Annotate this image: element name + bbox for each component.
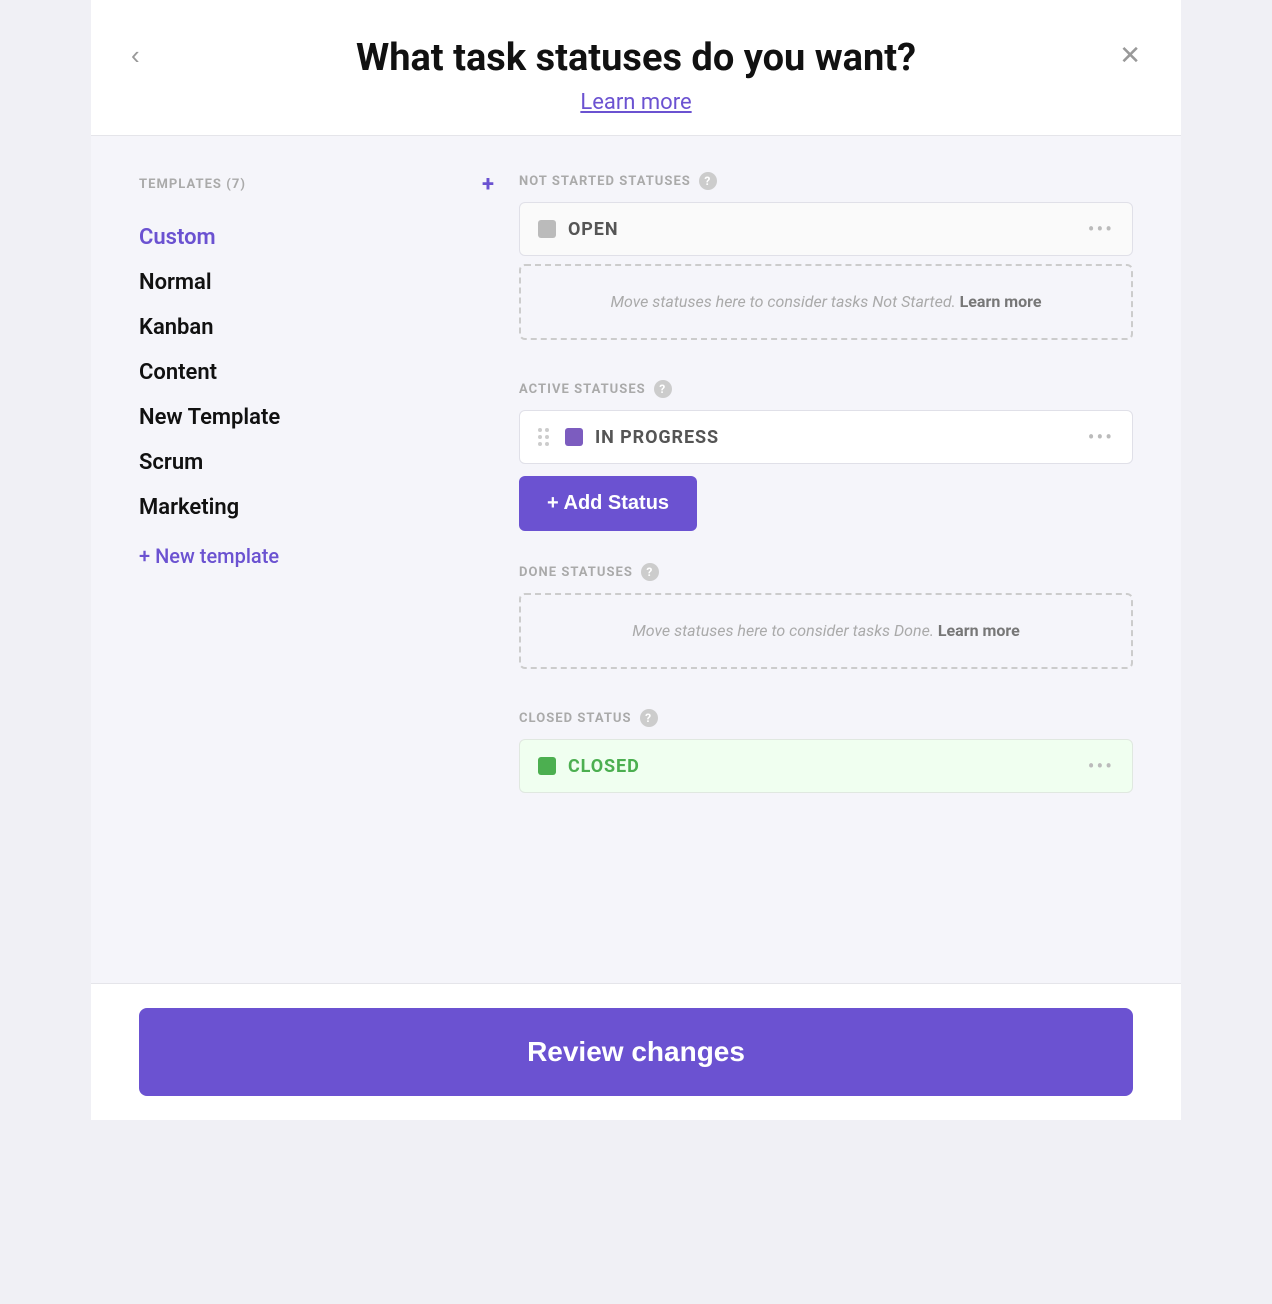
template-item-new-template[interactable]: New Template — [139, 395, 495, 440]
active-section: ACTIVE STATUSES ? IN PROGRESS ••• + Add … — [519, 380, 1133, 531]
new-template-link[interactable]: + New template — [139, 544, 279, 568]
templates-label: TEMPLATES (7) — [139, 177, 246, 192]
not-started-drop-zone: Move statuses here to consider tasks Not… — [519, 264, 1133, 340]
add-template-icon[interactable]: + — [482, 172, 495, 197]
closed-status-dot — [538, 757, 556, 775]
template-item-custom[interactable]: Custom — [139, 215, 495, 260]
closed-section: CLOSED STATUS ? CLOSED ••• — [519, 709, 1133, 801]
modal-footer: Review changes — [91, 983, 1181, 1120]
page-title: What task statuses do you want? — [139, 36, 1133, 80]
add-status-button[interactable]: + Add Status — [519, 476, 697, 531]
in-progress-status-label: IN PROGRESS — [595, 427, 1076, 448]
templates-header: TEMPLATES (7) + — [139, 172, 495, 197]
done-section: DONE STATUSES ? Move statuses here to co… — [519, 563, 1133, 677]
closed-status-menu[interactable]: ••• — [1088, 754, 1114, 778]
drag-handle[interactable] — [538, 428, 549, 446]
review-changes-button[interactable]: Review changes — [139, 1008, 1133, 1096]
template-item-normal[interactable]: Normal — [139, 260, 495, 305]
in-progress-status-row: IN PROGRESS ••• — [519, 410, 1133, 464]
closed-status-row: CLOSED ••• — [519, 739, 1133, 793]
done-drop-zone: Move statuses here to consider tasks Don… — [519, 593, 1133, 669]
done-help-icon[interactable]: ? — [641, 563, 659, 581]
closed-status-label: CLOSED — [568, 756, 1076, 777]
closed-label: CLOSED STATUS ? — [519, 709, 1133, 727]
done-label: DONE STATUSES ? — [519, 563, 1133, 581]
template-item-marketing[interactable]: Marketing — [139, 485, 495, 530]
templates-panel: TEMPLATES (7) + Custom Normal Kanban Con… — [139, 172, 519, 947]
not-started-help-icon[interactable]: ? — [699, 172, 717, 190]
in-progress-status-dot — [565, 428, 583, 446]
open-status-label: OPEN — [568, 219, 1076, 240]
open-status-row: OPEN ••• — [519, 202, 1133, 256]
in-progress-status-menu[interactable]: ••• — [1088, 425, 1114, 449]
template-item-kanban[interactable]: Kanban — [139, 305, 495, 350]
active-help-icon[interactable]: ? — [654, 380, 672, 398]
modal-body: TEMPLATES (7) + Custom Normal Kanban Con… — [91, 136, 1181, 983]
not-started-label: NOT STARTED STATUSES ? — [519, 172, 1133, 190]
template-item-content[interactable]: Content — [139, 350, 495, 395]
closed-help-icon[interactable]: ? — [640, 709, 658, 727]
task-statuses-modal: ‹ ✕ What task statuses do you want? Lear… — [91, 0, 1181, 1120]
close-button[interactable]: ✕ — [1119, 42, 1141, 68]
not-started-section: NOT STARTED STATUSES ? OPEN ••• Move sta… — [519, 172, 1133, 348]
open-status-dot — [538, 220, 556, 238]
open-status-menu[interactable]: ••• — [1088, 217, 1114, 241]
statuses-panel: NOT STARTED STATUSES ? OPEN ••• Move sta… — [519, 172, 1133, 947]
template-item-scrum[interactable]: Scrum — [139, 440, 495, 485]
learn-more-link[interactable]: Learn more — [580, 90, 691, 115]
active-label: ACTIVE STATUSES ? — [519, 380, 1133, 398]
modal-header: ‹ ✕ What task statuses do you want? Lear… — [91, 0, 1181, 136]
back-button[interactable]: ‹ — [131, 42, 140, 68]
